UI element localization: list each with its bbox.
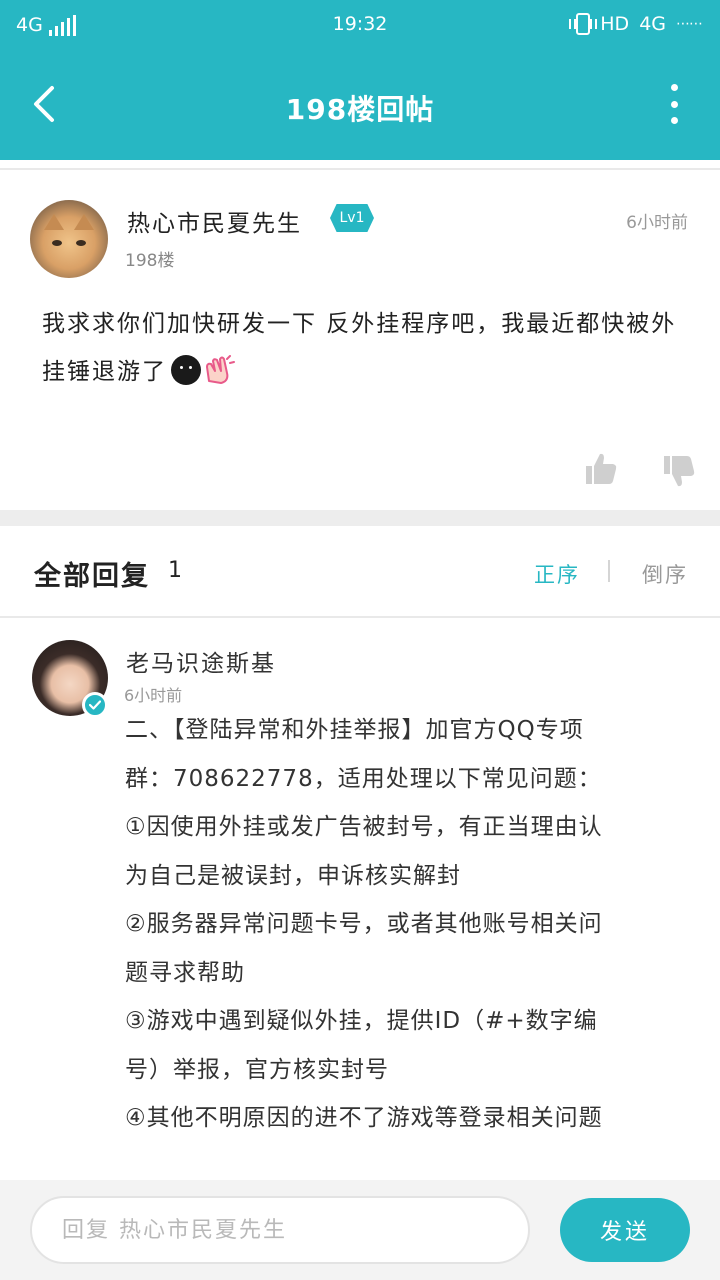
reply-line: ②服务器异常问题卡号，或者其他账号相关问 — [125, 911, 603, 937]
level-badge: Lv1 — [330, 204, 374, 232]
reply-line: ③游戏中遇到疑似外挂，提供ID（#+数字编 — [125, 1008, 598, 1034]
post-author-name[interactable]: 热心市民夏先生 — [127, 204, 302, 238]
replies-count: 1 — [168, 558, 182, 583]
clapping-hands-emoji — [206, 355, 235, 384]
reply-line: 号）举报，官方核实封号 — [125, 1056, 389, 1083]
vibrate-icon — [569, 13, 598, 35]
reply-footer: 发送 — [0, 1180, 720, 1280]
title-bar: 198楼回帖 — [0, 50, 720, 160]
page-title: 198楼回帖 — [285, 93, 435, 126]
verified-check-icon — [82, 692, 108, 718]
thumbs-up-icon[interactable] — [584, 452, 618, 486]
dark-face-emoji — [171, 355, 201, 385]
original-post: 热心市民夏先生 Lv1 6小时前 198楼 我求求你们加快研发一下 反外挂程序吧… — [0, 170, 720, 510]
sort-ascending-tab[interactable]: 正序 — [534, 559, 580, 589]
app-header: 4G 19:32 HD 4G ⋯⋯ 198楼回帖 — [0, 0, 720, 160]
send-button[interactable]: 发送 — [560, 1198, 690, 1262]
network-type-right: 4G — [639, 13, 666, 35]
avatar[interactable] — [30, 200, 108, 278]
reply-author-name[interactable]: 老马识途斯基 — [126, 644, 276, 678]
post-time: 6小时前 — [626, 213, 688, 233]
sort-descending-tab[interactable]: 倒序 — [642, 559, 688, 589]
thumbs-down-icon[interactable] — [662, 452, 696, 490]
post-text: 我求求你们加快研发一下 反外挂程序吧，我最近都快被外挂锤退游了 — [42, 311, 677, 385]
reply-line: ①因使用外挂或发广告被封号，有正当理由认 — [125, 814, 603, 840]
reply-time: 6小时前 — [124, 686, 183, 705]
reply-input[interactable] — [30, 1196, 530, 1264]
reply-body: 二、【登陆异常和外挂举报】加官方QQ专项 群：708622778，适用处理以下常… — [125, 706, 700, 1143]
hd-indicator: HD — [600, 13, 630, 35]
reply-line: 群：708622778，适用处理以下常见问题： — [125, 765, 602, 792]
replies-header: 全部回复 1 正序 倒序 — [0, 526, 720, 616]
reply-item: 老马识途斯基 6小时前 二、【登陆异常和外挂举报】加官方QQ专项 群：70862… — [0, 618, 720, 1178]
replies-title: 全部回复 — [34, 561, 150, 592]
post-body: 我求求你们加快研发一下 反外挂程序吧，我最近都快被外挂锤退游了 — [42, 300, 682, 396]
no-signal-icon: ⋯⋯ — [676, 16, 703, 32]
reply-line: 二、【登陆异常和外挂举报】加官方QQ专项 — [125, 717, 584, 743]
reply-line: 题寻求帮助 — [125, 959, 245, 986]
section-gap — [0, 510, 720, 526]
reply-line: 为自己是被误封，申诉核实解封 — [125, 862, 461, 889]
reply-line: ④其他不明原因的进不了游戏等登录相关问题 — [125, 1105, 603, 1131]
sort-divider — [608, 560, 610, 582]
more-vert-icon[interactable] — [664, 84, 684, 124]
status-right: HD 4G ⋯⋯ — [569, 13, 703, 35]
post-floor: 198楼 — [125, 251, 175, 271]
status-bar: 4G 19:32 HD 4G ⋯⋯ — [0, 0, 720, 50]
